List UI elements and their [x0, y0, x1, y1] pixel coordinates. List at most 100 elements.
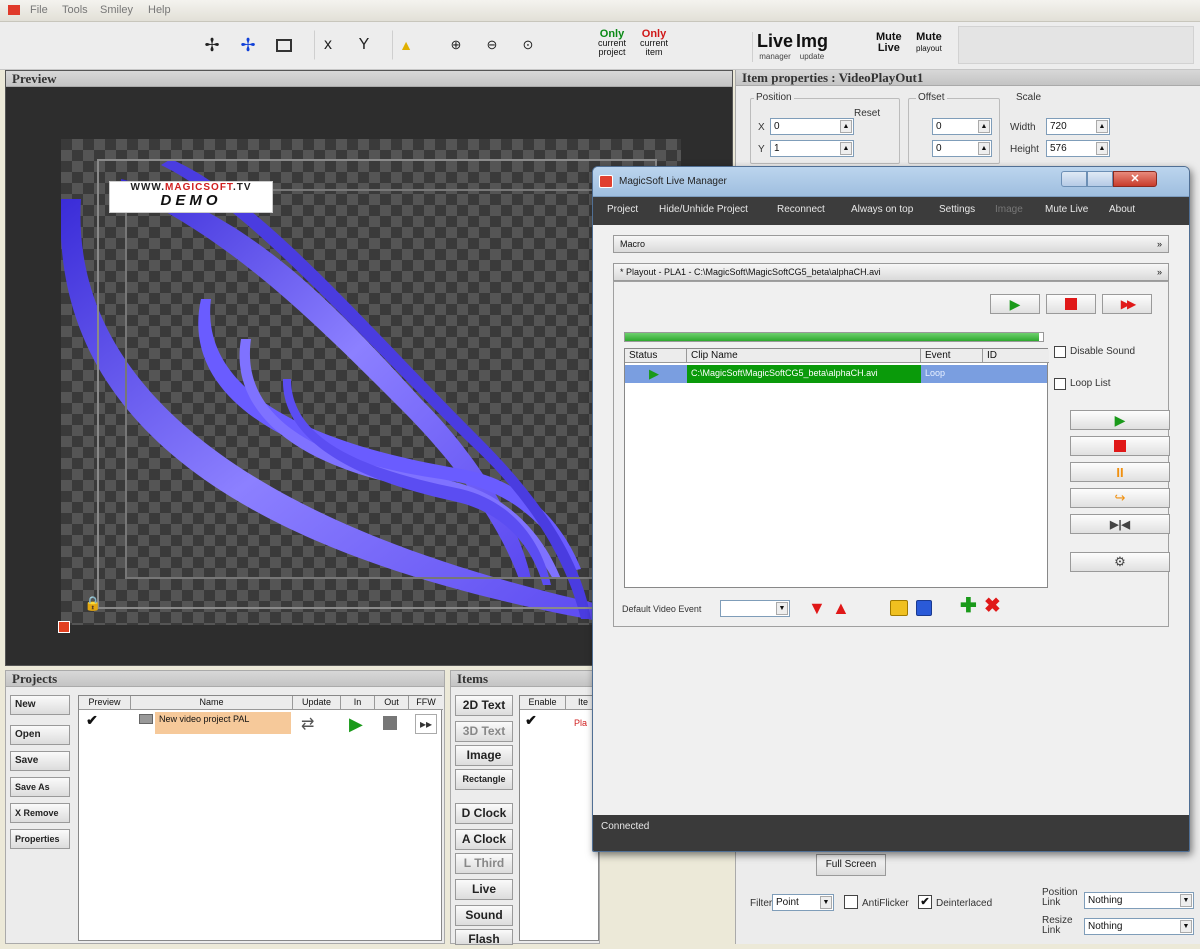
- save-disk-icon[interactable]: [916, 600, 932, 616]
- stop-all-button[interactable]: [1046, 294, 1096, 314]
- item-name-cell[interactable]: Pla: [574, 718, 587, 728]
- window-titlebar[interactable]: MagicSoft Live Manager ✕: [593, 167, 1189, 197]
- add-live-button[interactable]: Live: [455, 879, 513, 900]
- zoom-fit-icon[interactable]: ⊙: [514, 30, 542, 60]
- project-name-cell[interactable]: New video project PAL: [155, 712, 291, 734]
- dropdown-arrow-icon[interactable]: ▼: [1180, 920, 1192, 933]
- offset-y-field[interactable]: 0 ▲: [932, 140, 992, 157]
- preview-canvas[interactable]: WWW.MAGICSOFT.TV DEMO: [61, 139, 681, 625]
- zoom-out-icon[interactable]: ⊖: [478, 30, 506, 60]
- add-flash-button[interactable]: Flash: [455, 929, 513, 946]
- add-sound-button[interactable]: Sound: [455, 905, 513, 926]
- clip-loop-button[interactable]: ↪: [1070, 488, 1170, 508]
- default-video-event-select[interactable]: ▼: [720, 600, 790, 617]
- move-up-icon[interactable]: ▲: [832, 598, 850, 618]
- rectangle-icon[interactable]: [270, 30, 298, 60]
- height-field[interactable]: 576 ▲: [1046, 140, 1110, 157]
- save-project-button[interactable]: Save: [10, 751, 70, 771]
- close-button[interactable]: ✕: [1113, 171, 1157, 187]
- minimize-button[interactable]: [1061, 171, 1087, 187]
- menu-smiley[interactable]: Smiley: [100, 4, 133, 16]
- out-stop-icon[interactable]: [383, 716, 397, 730]
- deinterlaced-checkbox[interactable]: ✔: [918, 895, 932, 909]
- position-y-field[interactable]: 1 ▲: [770, 140, 854, 157]
- open-project-button[interactable]: Open: [10, 725, 70, 745]
- properties-button[interactable]: Properties: [10, 829, 70, 849]
- open-folder-icon[interactable]: [890, 600, 908, 616]
- maximize-button[interactable]: [1087, 171, 1113, 187]
- dropdown-arrow-icon[interactable]: ▼: [1180, 894, 1192, 907]
- clip-stop-button[interactable]: [1070, 436, 1170, 456]
- clip-pause-button[interactable]: II: [1070, 462, 1170, 482]
- spin-arrows-icon[interactable]: ▲: [978, 120, 990, 133]
- mute-playout-button[interactable]: Mute playout: [916, 32, 942, 54]
- in-play-icon[interactable]: ▶: [349, 714, 369, 734]
- clip-step-button[interactable]: ▶|◀: [1070, 514, 1170, 534]
- filter-select[interactable]: Point ▼: [772, 894, 834, 911]
- remove-clip-icon[interactable]: ✖: [984, 596, 1001, 616]
- add-digital-clock-button[interactable]: D Clock: [455, 803, 513, 824]
- enable-checkbox[interactable]: ✔: [524, 713, 538, 728]
- add-3d-text-button[interactable]: 3D Text: [455, 721, 513, 742]
- ffw-icon[interactable]: ▸▸: [415, 714, 437, 734]
- next-button[interactable]: ▶▶: [1102, 294, 1152, 314]
- clip-play-button[interactable]: ▶: [1070, 410, 1170, 430]
- live-menu-about[interactable]: About: [1109, 204, 1135, 215]
- live-menu-project[interactable]: Project: [607, 204, 638, 215]
- live-menu-hide-unhide[interactable]: Hide/Unhide Project: [659, 204, 748, 215]
- spin-arrows-icon[interactable]: ▲: [978, 142, 990, 155]
- full-screen-button[interactable]: Full Screen: [816, 854, 886, 876]
- add-lower-third-button[interactable]: L Third: [455, 853, 513, 874]
- record-indicator-icon[interactable]: [58, 621, 70, 633]
- live-menu-image[interactable]: Image: [995, 204, 1023, 215]
- offset-x-field[interactable]: 0 ▲: [932, 118, 992, 135]
- add-rectangle-button[interactable]: Rectangle: [455, 769, 513, 790]
- macro-section-header[interactable]: Macro »: [613, 235, 1169, 253]
- position-x-field[interactable]: 0 ▲: [770, 118, 854, 135]
- img-update-button[interactable]: Img update: [796, 32, 828, 62]
- lock-icon[interactable]: ▲: [392, 30, 420, 60]
- move-icon[interactable]: ✢: [198, 30, 226, 60]
- move-center-icon[interactable]: ✢: [234, 30, 262, 60]
- antiflicker-checkbox[interactable]: [844, 895, 858, 909]
- resize-link-select[interactable]: Nothing ▼: [1084, 918, 1194, 935]
- new-project-button[interactable]: New: [10, 695, 70, 715]
- dropdown-arrow-icon[interactable]: ▼: [776, 602, 788, 615]
- add-clip-icon[interactable]: ✚: [960, 596, 977, 616]
- flip-y-icon[interactable]: Y: [350, 30, 378, 60]
- save-as-button[interactable]: Save As: [10, 777, 70, 797]
- clip-row[interactable]: ▶ C:\MagicSoft\MagicSoftCG5_beta\alphaCH…: [625, 365, 1047, 383]
- menu-tools[interactable]: Tools: [62, 4, 88, 16]
- disable-sound-checkbox[interactable]: [1054, 346, 1066, 358]
- live-menu-mute-live[interactable]: Mute Live: [1045, 204, 1088, 215]
- flip-x-icon[interactable]: x: [314, 30, 342, 60]
- live-menu-always-on-top[interactable]: Always on top: [851, 204, 913, 215]
- add-image-button[interactable]: Image: [455, 745, 513, 766]
- only-current-project-button[interactable]: Only current project: [592, 29, 632, 57]
- playout-section-header[interactable]: * Playout - PLA1 - C:\MagicSoft\MagicSof…: [613, 263, 1169, 281]
- spin-arrows-icon[interactable]: ▲: [1096, 120, 1108, 133]
- menu-help[interactable]: Help: [148, 4, 171, 16]
- clip-options-button[interactable]: ⚙: [1070, 552, 1170, 572]
- add-analog-clock-button[interactable]: A Clock: [455, 829, 513, 850]
- loop-list-checkbox[interactable]: [1054, 378, 1066, 390]
- dropdown-arrow-icon[interactable]: ▼: [820, 896, 832, 909]
- move-down-icon[interactable]: ▼: [808, 598, 826, 618]
- mute-live-button[interactable]: Mute Live: [876, 32, 902, 54]
- spin-arrows-icon[interactable]: ▲: [840, 120, 852, 133]
- position-link-select[interactable]: Nothing ▼: [1084, 892, 1194, 909]
- add-2d-text-button[interactable]: 2D Text: [455, 695, 513, 716]
- only-current-item-button[interactable]: Only current item: [634, 29, 674, 57]
- live-menu-reconnect[interactable]: Reconnect: [777, 204, 825, 215]
- zoom-in-icon[interactable]: ⊕: [442, 30, 470, 60]
- width-field[interactable]: 720 ▲: [1046, 118, 1110, 135]
- spin-arrows-icon[interactable]: ▲: [1096, 142, 1108, 155]
- menu-file[interactable]: File: [30, 4, 48, 16]
- live-manager-button[interactable]: Live manager: [752, 32, 793, 62]
- lock-padlock-icon[interactable]: 🔒: [84, 595, 102, 613]
- remove-project-button[interactable]: X Remove: [10, 803, 70, 823]
- spin-arrows-icon[interactable]: ▲: [840, 142, 852, 155]
- update-icon[interactable]: ⇄: [301, 714, 323, 734]
- preview-checkbox[interactable]: ✔: [85, 713, 99, 728]
- play-all-button[interactable]: ▶: [990, 294, 1040, 314]
